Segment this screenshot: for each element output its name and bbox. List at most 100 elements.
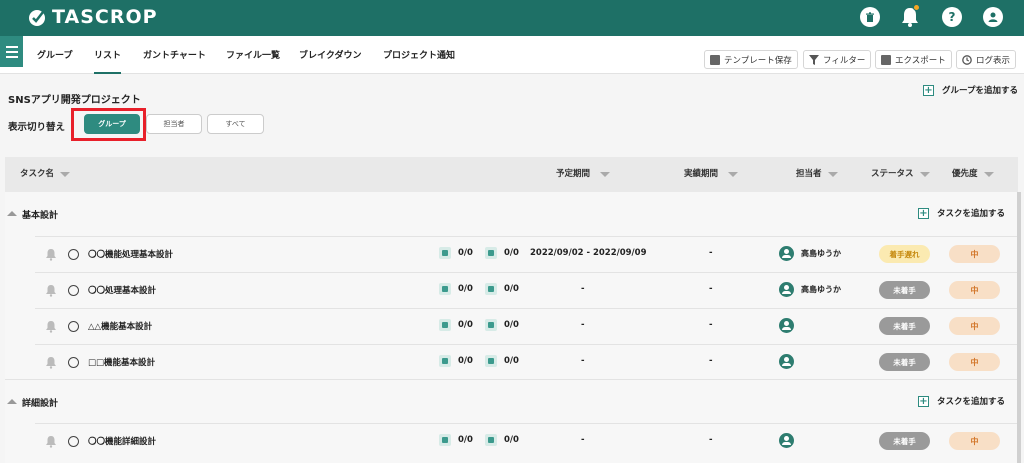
actual-period: - [709, 435, 713, 445]
assignee-avatar-icon[interactable] [779, 246, 794, 261]
subtask-icon [439, 355, 451, 367]
priority-badge[interactable]: 中 [949, 245, 1000, 263]
task-row[interactable]: 〇〇機能処理基本設計 0/0 0/0 2022/09/02 - 2022/09/… [35, 236, 1018, 272]
subtask-icon [439, 434, 451, 446]
task-row[interactable]: 〇〇処理基本設計 0/0 0/0 - - 高島ゆうか 未着手 中 [35, 272, 1018, 308]
assignee-avatar-icon[interactable] [779, 318, 794, 333]
column-priority[interactable]: 優先度 [952, 157, 994, 192]
task-row[interactable]: △△機能基本設計 0/0 0/0 - - 未着手 中 [35, 308, 1018, 344]
checklist-icon [485, 355, 497, 367]
filter-label: フィルター [823, 55, 866, 66]
subtask-count: 0/0 [458, 248, 473, 258]
status-badge[interactable]: 未着手 [879, 317, 930, 335]
sort-caret-icon [827, 172, 838, 177]
complete-checkbox[interactable] [68, 321, 79, 332]
plus-icon: + [918, 395, 929, 407]
template-icon [710, 54, 720, 65]
group-name: 詳細設計 [22, 399, 59, 409]
trash-icon[interactable] [860, 7, 880, 27]
app-name: TASCROP [52, 6, 158, 28]
menu-icon[interactable] [0, 36, 23, 67]
task-name[interactable]: 〇〇機能詳細設計 [88, 435, 156, 447]
checklist-count: 0/0 [504, 284, 519, 294]
add-task-button[interactable]: + タスクを追加する [918, 207, 1005, 219]
assignee-avatar-icon[interactable] [779, 354, 794, 369]
priority-badge[interactable]: 中 [949, 281, 1000, 299]
complete-checkbox[interactable] [68, 436, 79, 447]
complete-checkbox[interactable] [68, 357, 79, 368]
actual-period: - [709, 356, 713, 366]
planned-period: - [581, 284, 585, 294]
actual-period: - [709, 248, 713, 258]
assignee-avatar-icon[interactable] [779, 433, 794, 448]
tab-group[interactable]: グループ [37, 36, 72, 74]
add-task-button[interactable]: + タスクを追加する [918, 395, 1005, 407]
assignee-avatar-icon[interactable] [779, 282, 794, 297]
tab-gantt[interactable]: ガントチャート [143, 36, 206, 74]
priority-badge[interactable]: 中 [949, 432, 1000, 450]
view-toggle-assignee[interactable]: 担当者 [146, 114, 202, 134]
column-task-name[interactable]: タスク名 [20, 157, 71, 192]
highlight-box [71, 108, 146, 141]
clock-icon [962, 54, 972, 65]
task-name[interactable]: 〇〇処理基本設計 [88, 284, 156, 296]
priority-badge[interactable]: 中 [949, 353, 1000, 371]
filter-icon [809, 54, 819, 65]
task-name[interactable]: □□機能基本設計 [88, 356, 155, 368]
priority-badge[interactable]: 中 [949, 317, 1000, 335]
status-badge[interactable]: 未着手 [879, 353, 930, 371]
status-badge[interactable]: 着手遅れ [879, 245, 930, 263]
plus-icon: + [923, 84, 934, 96]
export-icon [881, 54, 891, 65]
export-button[interactable]: エクスポート [875, 50, 952, 69]
template-save-button[interactable]: テンプレート保存 [704, 50, 798, 69]
add-group-label: グループを追加する [942, 86, 1018, 96]
sort-caret-icon [60, 172, 71, 177]
app-logo[interactable]: TASCROP [27, 6, 158, 28]
table-body: 基本設計 + タスクを追加する 〇〇機能処理基本設計 0/0 0/0 2022/… [5, 192, 1018, 463]
notification-badge [913, 4, 920, 11]
status-badge[interactable]: 未着手 [879, 281, 930, 299]
column-assignee[interactable]: 担当者 [796, 157, 838, 192]
subtask-count: 0/0 [458, 435, 473, 445]
checklist-count: 0/0 [504, 435, 519, 445]
collapse-triangle-icon[interactable] [7, 211, 17, 216]
notify-bell-icon[interactable] [45, 248, 57, 261]
complete-checkbox[interactable] [68, 285, 79, 296]
sort-caret-icon [728, 172, 739, 177]
tab-list[interactable]: リスト [94, 36, 122, 74]
complete-checkbox[interactable] [68, 249, 79, 260]
tab-files[interactable]: ファイル一覧 [226, 36, 280, 74]
add-group-button[interactable]: + グループを追加する [923, 84, 1018, 96]
task-name[interactable]: △△機能基本設計 [88, 320, 152, 332]
tab-breakdown[interactable]: ブレイクダウン [299, 36, 361, 74]
help-icon[interactable]: ? [942, 7, 962, 27]
top-bar: TASCROP ? [0, 0, 1024, 36]
view-toggle-all[interactable]: すべて [207, 114, 264, 134]
log-view-button[interactable]: ログ表示 [956, 50, 1017, 69]
task-row[interactable]: 〇〇機能詳細設計 0/0 0/0 - - 未着手 中 [35, 423, 1018, 459]
assignee-name: 高島ゆうか [801, 285, 841, 294]
add-task-label: タスクを追加する [937, 397, 1006, 407]
column-actual[interactable]: 実績期間 [684, 157, 739, 192]
notify-bell-icon[interactable] [45, 284, 57, 297]
group-row: 詳細設計 + タスクを追加する [5, 379, 1018, 423]
checklist-count: 0/0 [504, 356, 519, 366]
notify-bell-icon[interactable] [45, 320, 57, 333]
column-status[interactable]: ステータス [871, 157, 930, 192]
column-planned[interactable]: 予定期間 [556, 157, 611, 192]
user-icon[interactable] [983, 7, 1003, 27]
group-name: 基本設計 [22, 211, 59, 221]
filter-button[interactable]: フィルター [803, 50, 872, 69]
subtask-icon [439, 319, 451, 331]
task-name[interactable]: 〇〇機能処理基本設計 [88, 248, 173, 260]
project-title: SNSアプリ開発プロジェクト [8, 95, 141, 106]
planned-period: 2022/09/02 - 2022/09/09 [530, 248, 647, 258]
notify-bell-icon[interactable] [45, 356, 57, 369]
notify-bell-icon[interactable] [45, 435, 57, 448]
table-scrollbar[interactable] [1017, 192, 1021, 463]
collapse-triangle-icon[interactable] [7, 399, 17, 404]
status-badge[interactable]: 未着手 [879, 432, 930, 450]
tab-project-notice[interactable]: プロジェクト通知 [383, 36, 455, 74]
task-row[interactable]: □□機能基本設計 0/0 0/0 - - 未着手 中 [35, 344, 1018, 380]
